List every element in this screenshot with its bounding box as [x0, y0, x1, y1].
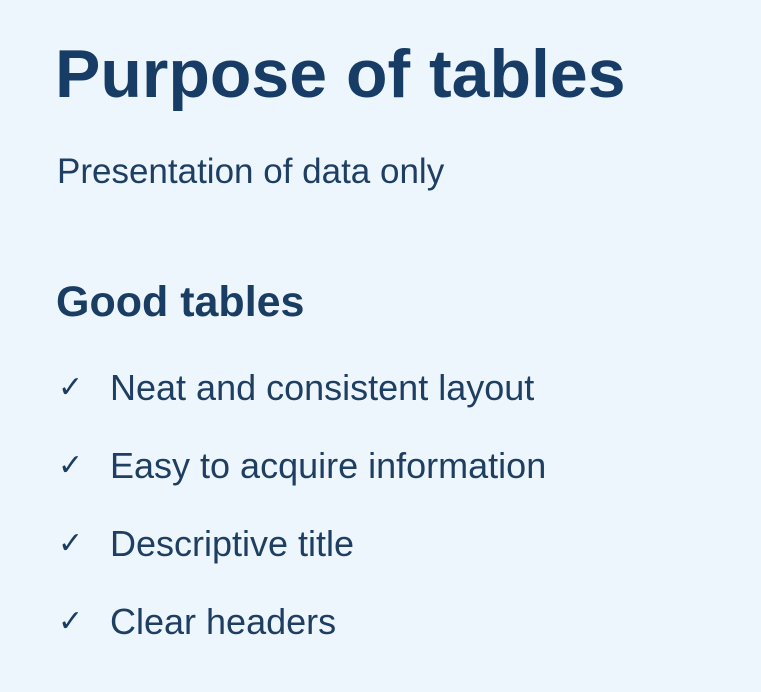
- slide-title: Purpose of tables: [55, 36, 626, 112]
- section-heading: Good tables: [56, 278, 305, 326]
- check-icon: ✓: [58, 605, 84, 638]
- slide: Purpose of tables Presentation of data o…: [0, 0, 761, 692]
- checklist-item-label: Clear headers: [110, 601, 337, 642]
- checklist-item: ✓ Neat and consistent layout: [58, 365, 546, 411]
- check-icon: ✓: [58, 371, 84, 404]
- checklist-item: ✓ Easy to acquire information: [58, 443, 546, 489]
- checklist-item-label: Descriptive title: [110, 523, 355, 564]
- checklist-item: ✓ Clear headers: [58, 599, 546, 645]
- check-icon: ✓: [58, 527, 84, 560]
- check-icon: ✓: [58, 449, 84, 482]
- slide-subtitle: Presentation of data only: [57, 152, 445, 191]
- checklist-item: ✓ Descriptive title: [58, 521, 546, 567]
- checklist-item-label: Neat and consistent layout: [110, 367, 535, 408]
- good-tables-checklist: ✓ Neat and consistent layout ✓ Easy to a…: [58, 365, 546, 677]
- checklist-item-label: Easy to acquire information: [110, 445, 547, 486]
